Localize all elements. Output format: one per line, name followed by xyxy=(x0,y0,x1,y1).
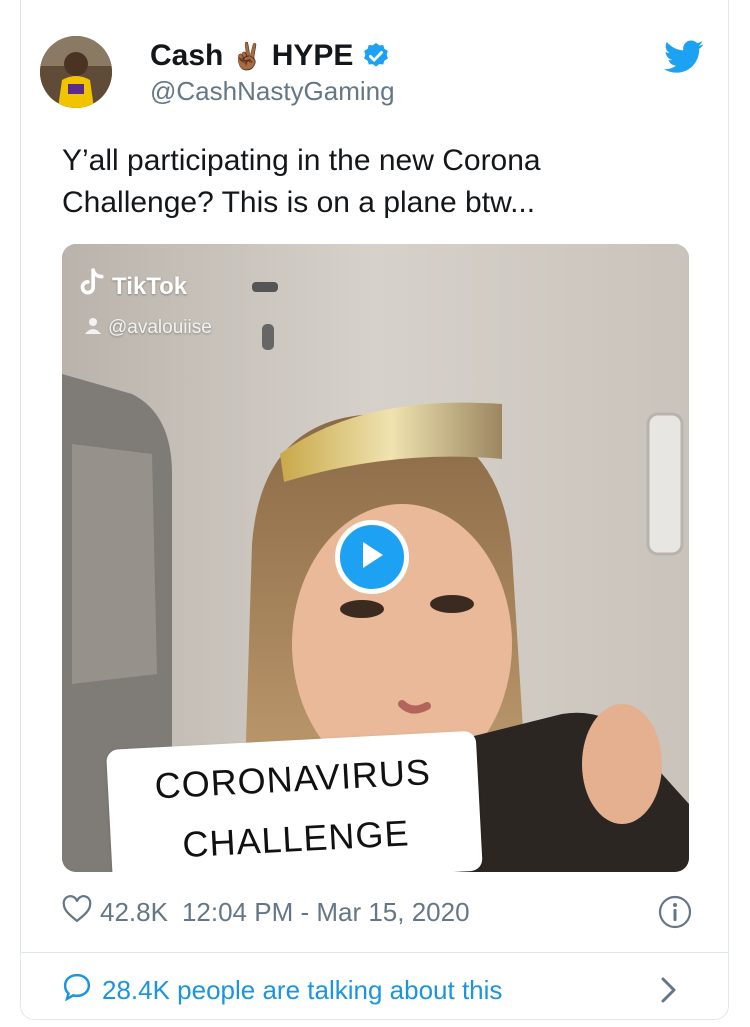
user-handle[interactable]: @CashNastyGaming xyxy=(150,76,395,107)
caption-line2: CHALLENGE xyxy=(181,812,411,866)
conversation-label: 28.4K people are talking about this xyxy=(102,974,503,1005)
user-icon xyxy=(84,316,102,340)
tiktok-logo-icon xyxy=(78,268,104,305)
twitter-bird-icon[interactable] xyxy=(664,40,704,74)
display-name-emoji: ✌🏾 xyxy=(231,40,264,71)
tiktok-username-label: @avalouiise xyxy=(108,317,212,338)
verified-badge-icon xyxy=(361,41,391,71)
like-button[interactable]: 42.8K xyxy=(62,894,168,930)
tweet-text-line1: Y’all participating in the new Corona xyxy=(62,144,541,177)
info-icon[interactable] xyxy=(658,895,692,929)
display-name-part1: Cash xyxy=(150,39,224,72)
display-name-part2: HYPE xyxy=(271,39,354,72)
tweet-meta: 42.8K 12:04 PM - Mar 15, 2020 xyxy=(62,892,470,932)
chevron-right-icon[interactable] xyxy=(660,976,678,1004)
heart-icon xyxy=(62,894,92,930)
tweet-text: Y’all participating in the new Corona Ch… xyxy=(62,140,662,224)
video-caption-box: CORONAVIRUS CHALLENGE xyxy=(106,730,483,872)
video-media[interactable]: TikTok @avalouiise CORONAVIRUS CHALLENGE xyxy=(62,244,689,872)
like-count: 42.8K xyxy=(100,896,168,927)
display-name[interactable]: Cash ✌🏾 HYPE xyxy=(150,36,391,76)
play-button[interactable] xyxy=(335,520,409,594)
divider xyxy=(21,952,728,953)
play-icon xyxy=(359,540,385,575)
tweet-timestamp[interactable]: 12:04 PM - Mar 15, 2020 xyxy=(182,897,470,928)
avatar[interactable] xyxy=(40,36,112,108)
tiktok-username: @avalouiise xyxy=(84,316,212,340)
tiktok-brand: TikTok xyxy=(78,268,187,305)
tiktok-brand-label: TikTok xyxy=(112,272,188,300)
speech-bubble-icon xyxy=(62,972,92,1009)
caption-line1: CORONAVIRUS xyxy=(153,751,432,807)
tweet-text-line2: Challenge? This is on a plane btw... xyxy=(62,186,536,219)
conversation-link[interactable]: 28.4K people are talking about this xyxy=(62,968,502,1012)
